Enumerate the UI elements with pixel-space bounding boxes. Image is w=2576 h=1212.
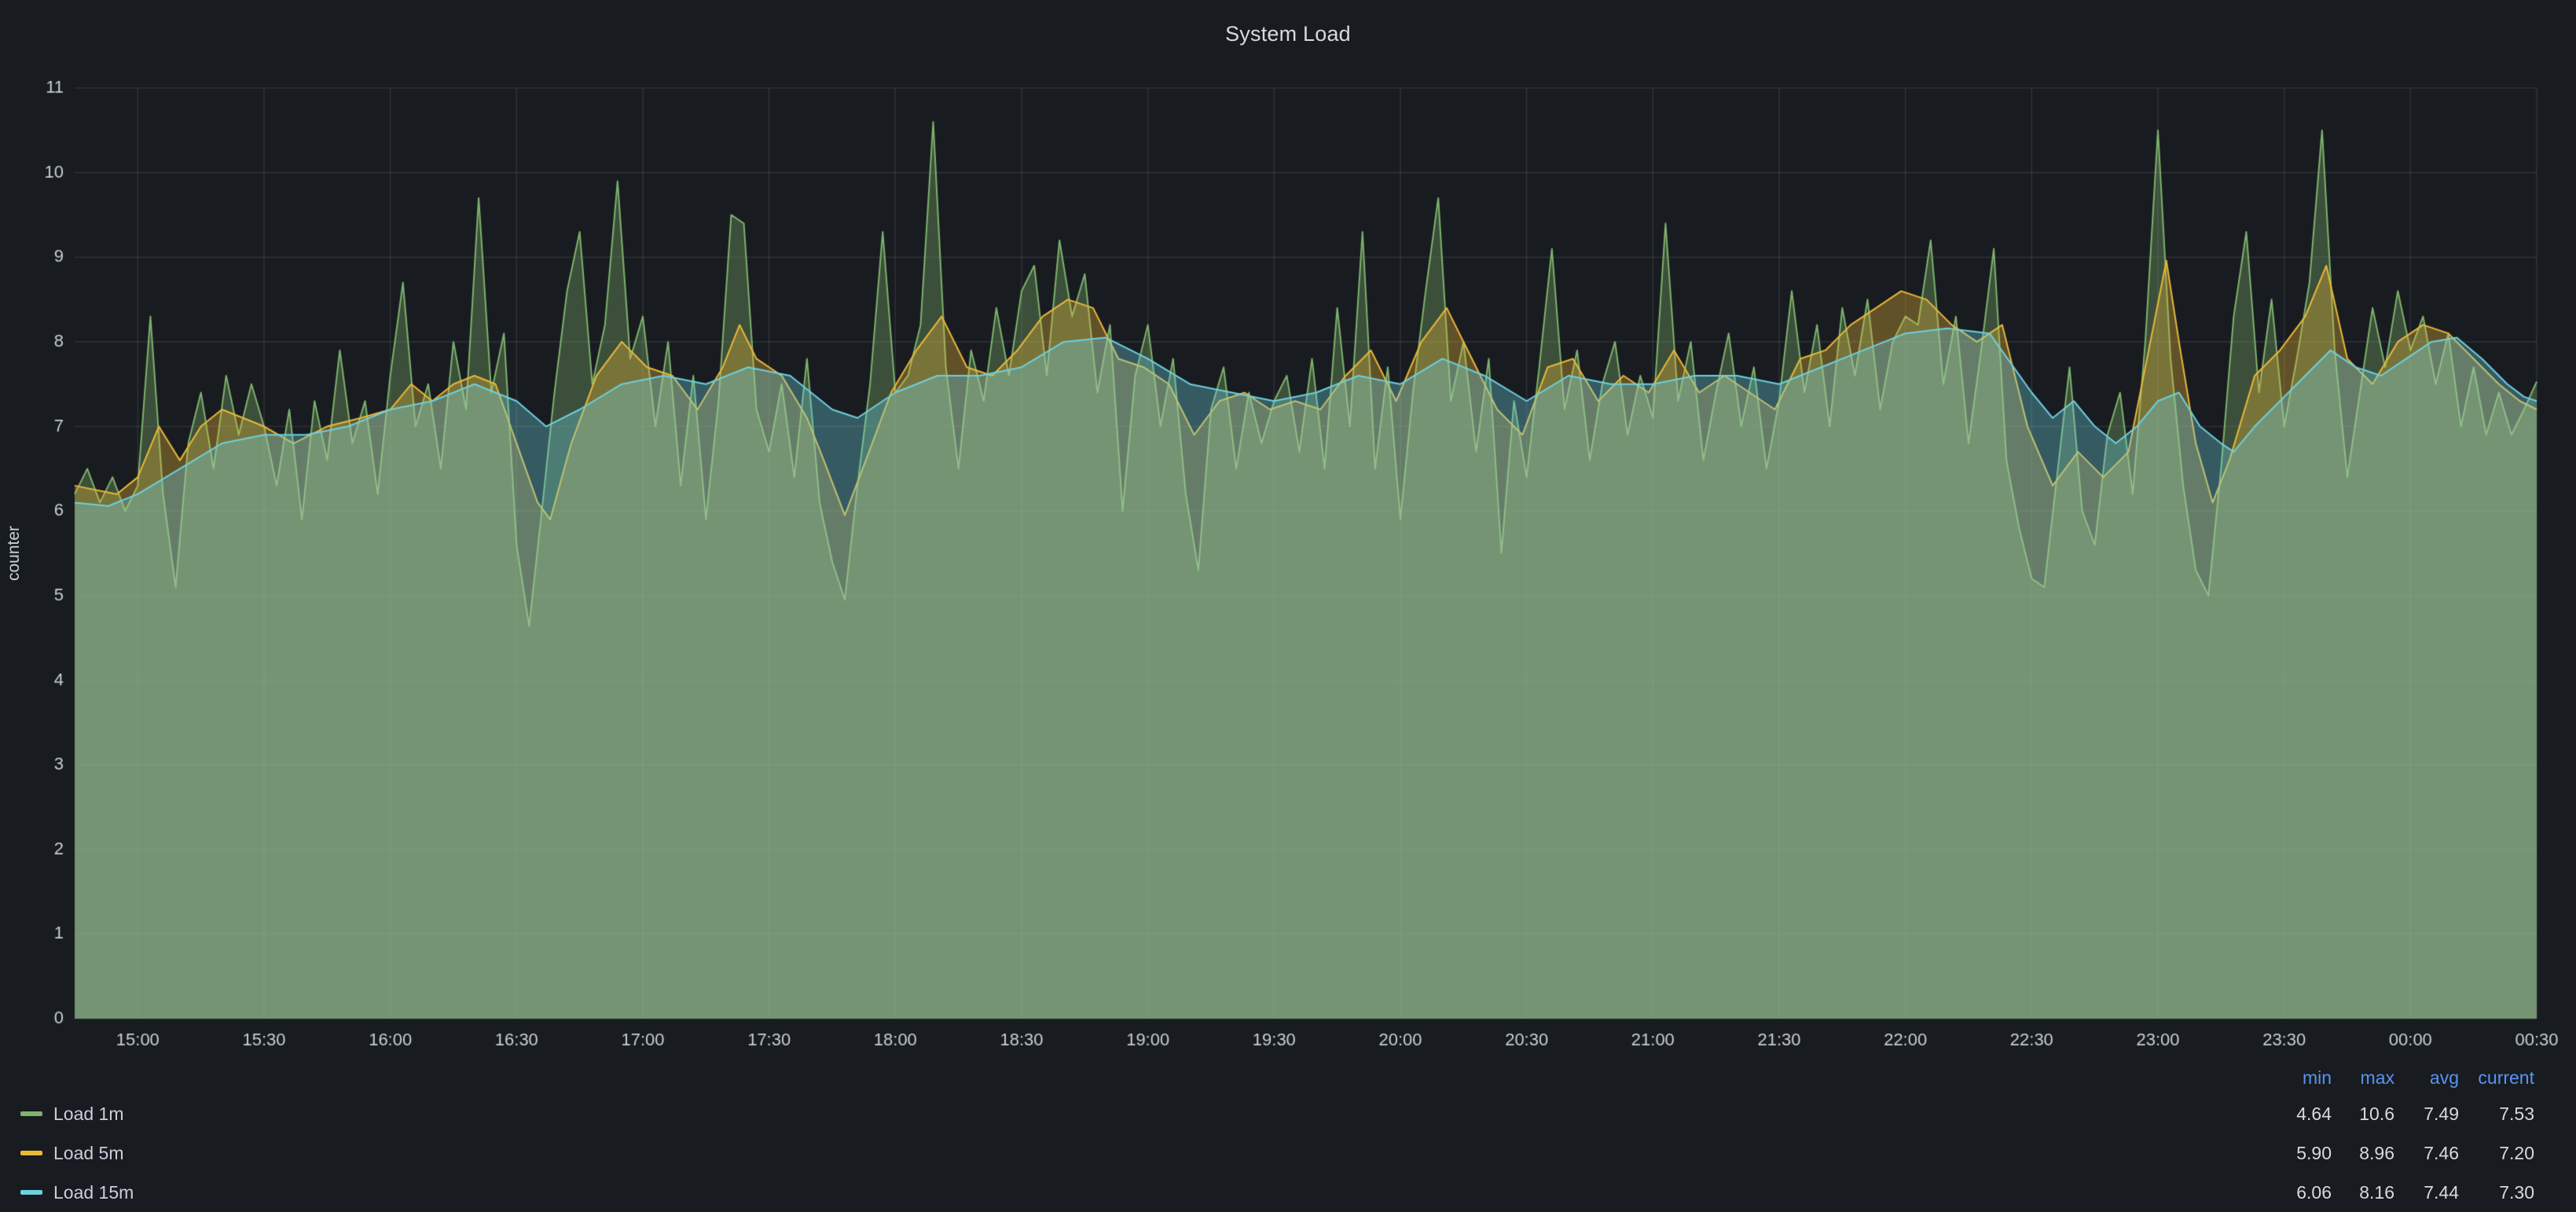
legend-series-swatch [20,1151,42,1155]
legend-value-max: 10.6 [2332,1104,2394,1125]
system-load-graph-canvas[interactable] [0,0,2576,1057]
legend-value-max: 8.96 [2332,1143,2394,1164]
legend-value-current: 7.20 [2459,1143,2534,1164]
legend-col-header-max[interactable]: max [2332,1067,2394,1089]
legend-col-header-min[interactable]: min [2269,1067,2332,1089]
legend-series-toggle[interactable]: Load 1m [20,1104,2269,1125]
legend-row: Load 1m 4.6410.67.497.53 [0,1094,2576,1133]
legend-value-min: 4.64 [2269,1104,2332,1125]
y-axis-label: counter [6,514,23,593]
legend-value-min: 6.06 [2269,1182,2332,1203]
legend-row: Load 5m 5.908.967.467.20 [0,1133,2576,1173]
legend-value-avg: 7.46 [2394,1143,2459,1164]
legend-col-header-avg[interactable]: avg [2394,1067,2459,1089]
legend-col-header-current[interactable]: current [2459,1067,2534,1089]
legend-series-label: Load 15m [53,1182,134,1203]
legend-value-current: 7.30 [2459,1182,2534,1203]
legend-value-current: 7.53 [2459,1104,2534,1125]
panel-title[interactable]: System Load [0,22,2576,46]
legend-row: Load 15m 6.068.167.447.30 [0,1173,2576,1212]
legend-value-avg: 7.44 [2394,1182,2459,1203]
legend-value-avg: 7.49 [2394,1104,2459,1125]
legend-series-label: Load 1m [53,1104,124,1125]
legend-series-label: Load 5m [53,1143,124,1164]
legend-value-max: 8.16 [2332,1182,2394,1203]
legend-header-row: minmaxavgcurrent [0,1061,2576,1094]
legend-series-toggle[interactable]: Load 5m [20,1143,2269,1164]
legend-value-min: 5.90 [2269,1143,2332,1164]
legend-series-toggle[interactable]: Load 15m [20,1182,2269,1203]
legend: minmaxavgcurrentLoad 1m4.6410.67.497.53L… [0,1061,2576,1212]
legend-series-swatch [20,1111,42,1116]
legend-series-swatch [20,1190,42,1195]
